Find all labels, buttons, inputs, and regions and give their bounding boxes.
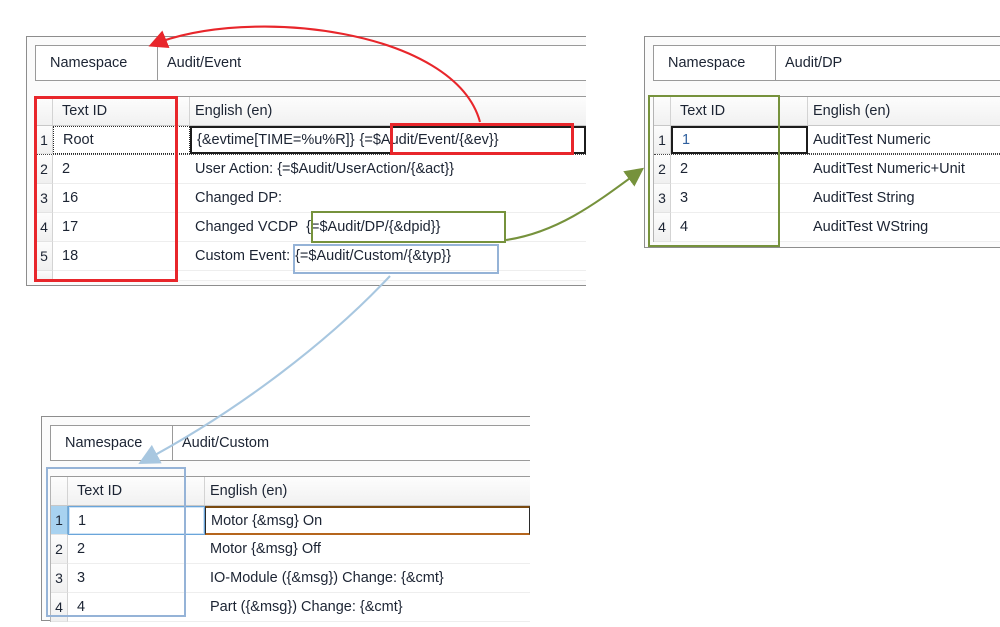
cell-english[interactable]: AuditTest WString [808,213,1000,242]
cell-text-id[interactable]: 2 [671,155,808,184]
table-row[interactable]: 4 4 AuditTest WString [654,213,1000,242]
row-number[interactable]: 1 [51,506,68,535]
row-number[interactable]: 1 [36,126,53,154]
row-number[interactable]: 1 [654,126,671,154]
row-number[interactable]: 3 [36,184,53,213]
cell-text-id[interactable]: 3 [671,184,808,213]
table-row[interactable]: 2 2 User Action: {=$Audit/UserAction/{&a… [36,155,586,184]
row-number-header [36,97,53,125]
cell-english[interactable]: Motor {&msg} On [205,506,530,535]
panel-audit-event: Namespace Audit/Event Text ID English (e… [26,36,586,286]
row-number[interactable]: 4 [51,593,68,622]
cell-text-id[interactable]: 2 [53,155,190,184]
cell-english[interactable]: Motor {&msg} Off [205,535,530,564]
english-token-audit-dp-ref: {=$Audit/DP/{&dpid}} [306,219,441,235]
english-token-evtime: {&evtime[TIME=%u%R]} [197,132,355,148]
namespace-bar: Namespace Audit/Custom [50,425,530,461]
panel-audit-dp: Namespace Audit/DP Text ID English (en) … [644,36,1000,248]
namespace-label: Namespace [654,46,776,80]
cell-english[interactable]: Part ({&msg}) Change: {&cmt} [205,593,530,622]
column-header-english[interactable]: English (en) [205,477,530,505]
table-row-partial[interactable] [36,271,586,281]
cell-text-id[interactable]: 4 [671,213,808,242]
cell-text-id[interactable] [53,271,190,281]
text-grid: Text ID English (en) 1 1 Motor {&msg} On… [50,476,530,622]
table-row[interactable]: 4 4 Part ({&msg}) Change: {&cmt} [51,593,530,622]
cell-english[interactable]: {&evtime[TIME=%u%R]} {=$Audit/Event/{&ev… [190,126,586,154]
english-token-custom-event: Custom Event: [195,248,291,264]
column-header-english[interactable]: English (en) [808,97,1000,125]
table-row[interactable]: 5 18 Custom Event: {=$Audit/Custom/{&typ… [36,242,586,271]
cell-english[interactable]: Changed VCDP {=$Audit/DP/{&dpid}} [190,213,586,242]
cell-english[interactable] [190,271,586,281]
column-header-text-id[interactable]: Text ID [53,97,190,125]
table-row[interactable]: 3 3 IO-Module ({&msg}) Change: {&cmt} [51,564,530,593]
row-number[interactable]: 3 [51,564,68,593]
text-grid: Text ID English (en) 1 1 AuditTest Numer… [653,96,1000,242]
namespace-label: Namespace [51,426,173,460]
column-header-text-id[interactable]: Text ID [671,97,808,125]
cell-english[interactable]: Custom Event: {=$Audit/Custom/{&typ}} [190,242,586,271]
namespace-value-field[interactable]: Audit/Custom [173,426,530,460]
table-row[interactable]: 4 17 Changed VCDP {=$Audit/DP/{&dpid}} [36,213,586,242]
cell-english[interactable]: AuditTest Numeric [808,126,1000,154]
table-row[interactable]: 2 2 Motor {&msg} Off [51,535,530,564]
row-number-header [654,97,671,125]
namespace-bar: Namespace Audit/Event [35,45,586,81]
row-number[interactable]: 2 [51,535,68,564]
column-header-english[interactable]: English (en) [190,97,586,125]
cell-text-id[interactable]: 1 [671,126,808,154]
table-row[interactable]: 3 16 Changed DP: [36,184,586,213]
table-row[interactable]: 2 2 AuditTest Numeric+Unit [654,155,1000,184]
namespace-label: Namespace [36,46,158,80]
table-row[interactable]: 1 1 Motor {&msg} On [51,506,530,535]
namespace-bar: Namespace Audit/DP [653,45,1000,81]
english-token-audit-event-ref: {=$Audit/Event/{&ev}} [359,132,499,148]
cell-text-id[interactable]: 2 [68,535,205,564]
row-number[interactable]: 4 [654,213,671,242]
english-token-changed-vcdp: Changed VCDP [195,219,299,235]
table-row[interactable]: 1 1 AuditTest Numeric [654,126,1000,155]
cell-text-id[interactable]: Root [53,126,190,154]
grid-header-row: Text ID English (en) [654,97,1000,126]
annotated-screenshot-canvas: Namespace Audit/Event Text ID English (e… [0,0,1000,627]
row-number[interactable]: 2 [36,155,53,184]
cell-english[interactable]: User Action: {=$Audit/UserAction/{&act}} [190,155,586,184]
cell-text-id[interactable]: 1 [68,506,205,535]
row-number[interactable]: 4 [36,213,53,242]
row-number[interactable] [36,271,53,281]
cell-english[interactable]: AuditTest Numeric+Unit [808,155,1000,184]
english-token-audit-custom-ref: {=$Audit/Custom/{&typ}} [295,248,452,264]
panel-audit-custom: Namespace Audit/Custom Text ID English (… [41,416,530,622]
cell-text-id[interactable]: 3 [68,564,205,593]
grid-header-row: Text ID English (en) [36,97,586,126]
cell-english[interactable]: IO-Module ({&msg}) Change: {&cmt} [205,564,530,593]
cell-text-id[interactable]: 18 [53,242,190,271]
table-row[interactable]: 3 3 AuditTest String [654,184,1000,213]
cell-text-id[interactable]: 17 [53,213,190,242]
cell-english[interactable]: AuditTest String [808,184,1000,213]
row-number[interactable]: 3 [654,184,671,213]
namespace-value-field[interactable]: Audit/DP [776,46,1000,80]
row-number[interactable]: 2 [654,155,671,184]
row-number[interactable]: 5 [36,242,53,271]
text-grid: Text ID English (en) 1 Root {&evtime[TIM… [35,96,586,281]
table-row[interactable]: 1 Root {&evtime[TIME=%u%R]} {=$Audit/Eve… [36,126,586,155]
cell-text-id[interactable]: 4 [68,593,205,622]
column-header-text-id[interactable]: Text ID [68,477,205,505]
cell-english[interactable]: Changed DP: [190,184,586,213]
cell-text-id[interactable]: 16 [53,184,190,213]
grid-header-row: Text ID English (en) [51,477,530,506]
namespace-value-field[interactable]: Audit/Event [158,46,586,80]
row-number-header [51,477,68,505]
